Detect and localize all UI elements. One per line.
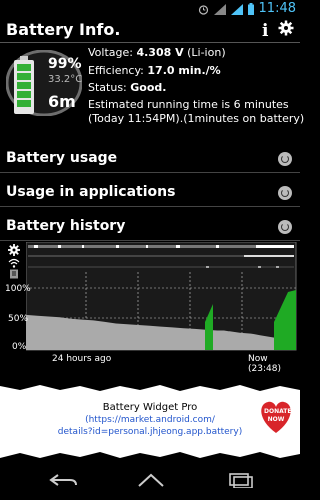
donate-button[interactable]: DONATE NOW (256, 396, 296, 436)
refresh-icon[interactable] (278, 186, 292, 200)
alarm-icon (198, 4, 209, 15)
battery-temperature: 33.2°C (48, 74, 83, 85)
efficiency-label: Efficiency: (88, 64, 144, 77)
ad-link-line-2[interactable]: details?id=personal.jhjeong.app.battery) (0, 427, 300, 437)
x-label-left: 24 hours ago (52, 354, 112, 364)
refresh-icon[interactable] (278, 220, 292, 234)
wifi-icon (214, 3, 226, 15)
history-chart-container: 100% 50% 0% 24 hours ago Now (23:48) (0, 242, 300, 374)
battery-widget: 99% 33.2°C 6m (6, 50, 82, 116)
ad-link-line-1[interactable]: (https://market.android.com/ (0, 415, 300, 425)
status-label: Status: (88, 81, 127, 94)
event-track-top (28, 245, 294, 248)
nav-bar (0, 462, 300, 500)
gear-icon[interactable] (278, 20, 294, 36)
estimate-line-2: (Today 11:54PM).(1minutes on battery) (88, 112, 305, 125)
status-bar: 11:48 (0, 0, 300, 18)
estimate-line-1: Estimated running time is 6 minutes (88, 98, 289, 111)
recent-apps-icon[interactable] (226, 472, 256, 488)
info-icon[interactable]: i (262, 21, 268, 41)
section-battery-history-label: Battery history (6, 218, 126, 234)
section-usage-in-applications[interactable]: Usage in applications (0, 180, 300, 207)
x-label-right: Now (23:48) (248, 354, 281, 374)
history-chart[interactable] (26, 242, 298, 352)
section-battery-usage-label: Battery usage (6, 150, 118, 166)
y-label-100: 100% (5, 284, 31, 294)
home-icon[interactable] (136, 472, 166, 488)
app-header: Battery Info. i (0, 18, 300, 44)
event-track-screen (28, 266, 294, 268)
section-usage-in-applications-label: Usage in applications (6, 184, 176, 200)
status-time: 11:48 (258, 1, 296, 16)
battery-icon (248, 3, 254, 15)
event-track-wifi (28, 255, 294, 257)
status-line: Status: Good. (88, 81, 166, 94)
ad-banner[interactable]: Battery Widget Pro (https://market.andro… (0, 382, 300, 462)
gear-icon (8, 244, 20, 256)
voltage-value: 4.308 V (136, 46, 184, 59)
y-label-50: 50% (8, 314, 29, 324)
back-icon[interactable] (48, 472, 78, 488)
y-label-0: 0% (12, 342, 27, 352)
efficiency-value: 17.0 min./% (147, 64, 221, 77)
section-battery-history[interactable]: Battery history (0, 214, 300, 241)
ad-title: Battery Widget Pro (102, 402, 198, 413)
battery-time-left: 6m (48, 92, 76, 111)
efficiency-line: Efficiency: 17.0 min./% (88, 64, 221, 77)
status-value: Good. (130, 81, 167, 94)
voltage-line: Voltage: 4.308 V (Li-ion) (88, 46, 226, 59)
signal-icon (231, 3, 243, 15)
voltage-type: (Li-ion) (187, 46, 226, 59)
voltage-label: Voltage: (88, 46, 133, 59)
section-battery-usage[interactable]: Battery usage (0, 146, 300, 173)
page-title: Battery Info. (6, 20, 121, 39)
wifi-status-icon (8, 258, 20, 268)
header-divider (0, 42, 300, 43)
donate-label: DONATE NOW (264, 408, 292, 423)
battery-percent: 99% (48, 56, 82, 72)
screen-status-icon (10, 269, 18, 279)
refresh-icon[interactable] (278, 152, 292, 166)
